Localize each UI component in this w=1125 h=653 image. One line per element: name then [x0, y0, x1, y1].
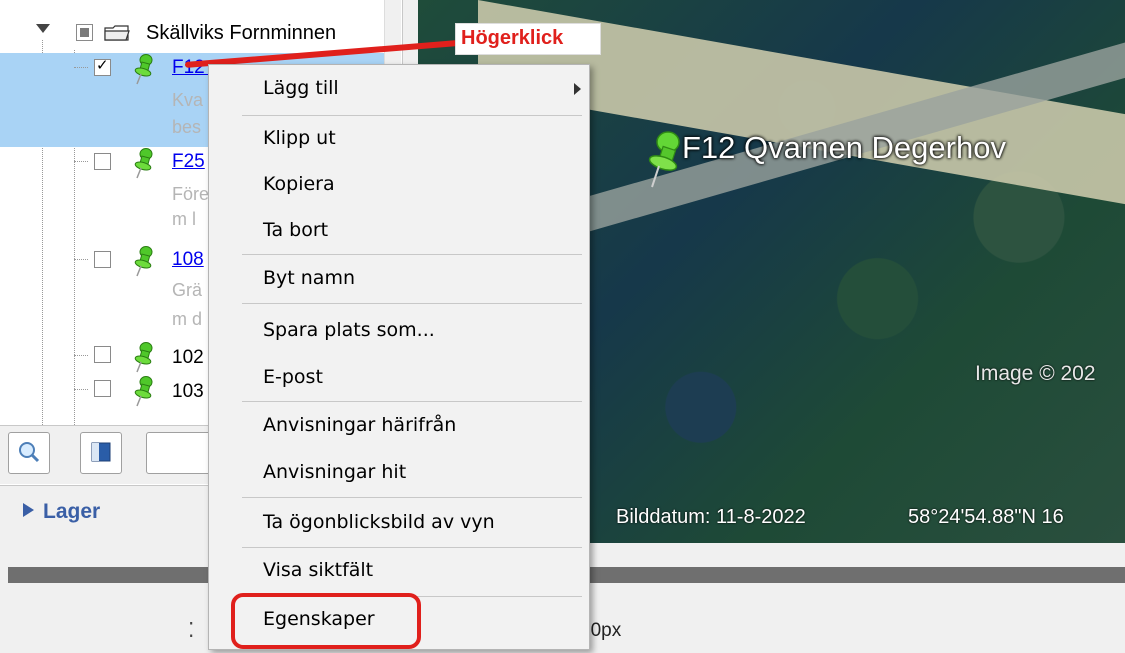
annotation-label: Högerklick: [461, 27, 564, 49]
place-snippet: bes: [172, 117, 202, 137]
place-title-link[interactable]: 108: [172, 249, 204, 271]
menu-item-lagg-till[interactable]: Lägg till: [209, 68, 589, 110]
panel-toggle-button[interactable]: [80, 432, 122, 474]
map-pushpin-icon[interactable]: [644, 130, 684, 190]
menu-item-ogonblicksbild[interactable]: Ta ögonblicksbild av vyn: [209, 502, 589, 544]
place-title-link[interactable]: F25: [172, 151, 205, 173]
menu-item-label: Visa siktfält: [263, 559, 374, 581]
menu-item-label: Ta ögonblicksbild av vyn: [263, 511, 495, 533]
menu-item-ta-bort[interactable]: Ta bort: [209, 210, 589, 252]
green-pushpin-icon: [134, 148, 153, 179]
coordinates-readout: 58°24'54.88"N 16: [908, 506, 1064, 528]
search-icon: [19, 442, 40, 463]
menu-item-visa-siktfalt[interactable]: Visa siktfält: [209, 550, 589, 592]
expand-right-icon: [23, 503, 34, 517]
tree-branch: [74, 355, 88, 356]
menu-item-kopiera[interactable]: Kopiera: [209, 164, 589, 206]
menu-item-label: Spara plats som...: [263, 319, 435, 341]
submenu-arrow-icon: [574, 83, 581, 95]
place-checkbox[interactable]: [94, 153, 111, 170]
menu-separator: [242, 303, 582, 304]
panel-toggle-icon: [91, 442, 111, 462]
map-copyright: Image © 202: [975, 362, 1096, 385]
green-pushpin-icon: [134, 376, 153, 407]
menu-item-label: E-post: [263, 366, 323, 388]
folder-label[interactable]: Skällviks Fornminnen: [146, 22, 336, 45]
layers-label: Lager: [43, 500, 101, 523]
image-date: Bilddatum: 11-8-2022: [616, 506, 806, 528]
menu-separator: [242, 497, 582, 498]
menu-item-label: Klipp ut: [263, 127, 336, 149]
layers-toggle[interactable]: Lager: [23, 500, 100, 524]
menu-item-e-post[interactable]: E-post: [209, 357, 589, 399]
menu-item-label: Kopiera: [263, 173, 335, 195]
menu-separator: [242, 547, 582, 548]
search-button[interactable]: [8, 432, 50, 474]
tree-branch: [74, 67, 88, 68]
green-pushpin-icon: [134, 342, 153, 373]
menu-item-label: Anvisningar hit: [263, 461, 407, 483]
annotation-highlight-box: [231, 593, 421, 649]
folder-icon: [104, 25, 130, 41]
folder-row[interactable]: Skällviks Fornminnen: [0, 14, 384, 54]
place-checkbox[interactable]: [94, 380, 111, 397]
green-pushpin-icon: [134, 246, 153, 277]
menu-item-label: Ta bort: [263, 219, 329, 241]
placemark-label[interactable]: F12 Qvarnen Degerhov: [682, 130, 1006, 166]
menu-item-label: Byt namn: [263, 267, 356, 289]
place-snippet: Före: [172, 184, 210, 204]
place-snippet: m d: [172, 309, 203, 329]
place-snippet: m l: [172, 209, 196, 229]
folder-checkbox[interactable]: [76, 24, 93, 41]
menu-separator: [242, 254, 582, 255]
tree-branch: [74, 161, 88, 162]
tree-branch: [74, 389, 88, 390]
menu-separator: [242, 401, 582, 402]
menu-item-label: Anvisningar härifrån: [263, 414, 457, 436]
place-title[interactable]: 102: [172, 347, 204, 369]
place-checkbox[interactable]: [94, 346, 111, 363]
context-menu: Lägg till Klipp ut Kopiera Ta bort Byt n…: [208, 64, 590, 650]
tree-branch: [74, 259, 88, 260]
annotation-tag: Högerklick: [455, 23, 601, 55]
place-checkbox[interactable]: [94, 251, 111, 268]
expand-arrow-icon[interactable]: [36, 24, 50, 33]
menu-item-klipp-ut[interactable]: Klipp ut: [209, 118, 589, 160]
menu-item-anvisningar-hit[interactable]: Anvisningar hit: [209, 452, 589, 494]
place-checkbox[interactable]: [94, 56, 111, 76]
menu-item-label: Lägg till: [263, 77, 339, 99]
menu-item-byt-namn[interactable]: Byt namn: [209, 258, 589, 300]
dashed-box-icon: ⁚: [188, 618, 195, 642]
place-snippet: Kva: [172, 90, 204, 110]
screenshot: F12 Qvarnen Degerhov Image © 202 Bilddat…: [0, 0, 1125, 653]
green-pushpin-icon: [134, 54, 153, 85]
menu-separator: [242, 115, 582, 116]
menu-item-anvisningar-harifran[interactable]: Anvisningar härifrån: [209, 405, 589, 447]
place-title[interactable]: 103: [172, 381, 204, 403]
menu-item-spara-plats[interactable]: Spara plats som...: [209, 310, 589, 352]
place-snippet: Grä: [172, 280, 203, 300]
